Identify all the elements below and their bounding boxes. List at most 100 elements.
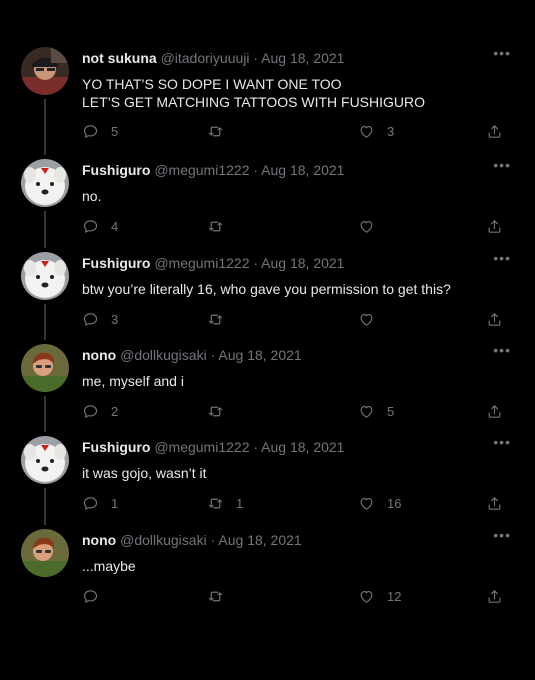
more-icon[interactable]: ••• [493, 157, 511, 173]
retweet-icon [207, 495, 224, 512]
tweet-header: nono @dollkugisaki · Aug 18, 2021 [82, 532, 302, 548]
share-button[interactable] [486, 495, 503, 512]
reply-button[interactable]: 1 [82, 495, 118, 512]
tweet-actions: 3 [82, 311, 507, 331]
tweet[interactable]: Fushiguro @megumi1222 · Aug 18, 2021 •••… [0, 434, 535, 519]
tweet-header: Fushiguro @megumi1222 · Aug 18, 2021 [82, 255, 344, 271]
tweet-header: nono @dollkugisaki · Aug 18, 2021 [82, 347, 302, 363]
more-icon[interactable]: ••• [493, 250, 511, 266]
display-name[interactable]: nono [82, 347, 116, 363]
like-button[interactable]: 16 [358, 495, 401, 512]
share-icon [486, 588, 503, 605]
retweet-icon [207, 588, 224, 605]
tweet-text: it was gojo, wasn’t it [82, 464, 207, 482]
reply-icon [82, 403, 99, 420]
tweet-text: ...maybe [82, 557, 136, 575]
tweet[interactable]: nono @dollkugisaki · Aug 18, 2021 ••• me… [0, 342, 535, 427]
heart-icon [358, 588, 375, 605]
share-icon [486, 311, 503, 328]
display-name[interactable]: not sukuna [82, 50, 157, 66]
more-icon[interactable]: ••• [493, 434, 511, 450]
reply-count: 2 [111, 404, 119, 419]
avatar[interactable] [21, 436, 69, 484]
tweet-text: me, myself and i [82, 372, 184, 390]
tweet-text-line: me, myself and i [82, 373, 184, 389]
avatar[interactable] [21, 252, 69, 300]
tweet-text-line: LET’S GET MATCHING TATTOOS WITH FUSHIGUR… [82, 94, 426, 110]
share-icon [486, 403, 503, 420]
username-handle[interactable]: @megumi1222 [154, 439, 249, 455]
tweet-text: btw you’re literally 16, who gave you pe… [82, 280, 451, 298]
username-handle[interactable]: @megumi1222 [154, 162, 249, 178]
separator-dot: · [253, 162, 259, 178]
like-count: 5 [387, 404, 395, 419]
username-handle[interactable]: @dollkugisaki [120, 532, 207, 548]
like-button[interactable]: 12 [358, 588, 401, 605]
retweet-icon [207, 123, 224, 140]
reply-button[interactable]: 2 [82, 403, 118, 420]
retweet-button[interactable]: 1 [207, 495, 243, 512]
tweet-text-line: no. [82, 188, 102, 204]
like-button[interactable]: 3 [358, 123, 394, 140]
share-button[interactable] [486, 123, 503, 140]
reply-icon [82, 311, 99, 328]
share-icon [486, 123, 503, 140]
reply-icon [82, 218, 99, 235]
tweet-date[interactable]: Aug 18, 2021 [261, 162, 344, 178]
share-button[interactable] [486, 588, 503, 605]
like-count: 12 [387, 589, 402, 604]
like-button[interactable] [358, 218, 387, 235]
heart-icon [358, 218, 375, 235]
avatar[interactable] [21, 159, 69, 207]
tweet-text: no. [82, 187, 101, 205]
tweet[interactable]: Fushiguro @megumi1222 · Aug 18, 2021 •••… [0, 157, 535, 242]
tweet-date[interactable]: Aug 18, 2021 [218, 347, 301, 363]
share-button[interactable] [486, 218, 503, 235]
reply-button[interactable]: 4 [82, 218, 118, 235]
reply-button[interactable]: 3 [82, 311, 118, 328]
tweet-text: YO THAT’S SO DOPE I WANT ONE TOO LET’S GE… [82, 75, 425, 111]
more-icon[interactable]: ••• [493, 45, 511, 61]
avatar[interactable] [21, 529, 69, 577]
tweet-date[interactable]: Aug 18, 2021 [261, 255, 344, 271]
display-name[interactable]: Fushiguro [82, 162, 150, 178]
like-button[interactable]: 5 [358, 403, 394, 420]
display-name[interactable]: nono [82, 532, 116, 548]
tweet-header: Fushiguro @megumi1222 · Aug 18, 2021 [82, 162, 344, 178]
like-count: 16 [387, 496, 402, 511]
display-name[interactable]: Fushiguro [82, 255, 150, 271]
tweet-header: Fushiguro @megumi1222 · Aug 18, 2021 [82, 439, 344, 455]
username-handle[interactable]: @megumi1222 [154, 255, 249, 271]
tweet-date[interactable]: Aug 18, 2021 [261, 50, 344, 66]
reply-button[interactable]: 5 [82, 123, 118, 140]
heart-icon [358, 311, 375, 328]
tweet-text-line: it was gojo, wasn’t it [82, 465, 207, 481]
like-count: 3 [387, 124, 395, 139]
more-icon[interactable]: ••• [493, 342, 511, 358]
retweet-button[interactable] [207, 403, 236, 420]
retweet-count: 1 [236, 496, 244, 511]
username-handle[interactable]: @itadoriyuuuji [161, 50, 250, 66]
username-handle[interactable]: @dollkugisaki [120, 347, 207, 363]
like-button[interactable] [358, 311, 387, 328]
share-button[interactable] [486, 311, 503, 328]
display-name[interactable]: Fushiguro [82, 439, 150, 455]
more-icon[interactable]: ••• [493, 527, 511, 543]
avatar[interactable] [21, 47, 69, 95]
retweet-button[interactable] [207, 123, 236, 140]
retweet-button[interactable] [207, 218, 236, 235]
tweet[interactable]: Fushiguro @megumi1222 · Aug 18, 2021 •••… [0, 250, 535, 335]
tweet-date[interactable]: Aug 18, 2021 [261, 439, 344, 455]
retweet-button[interactable] [207, 588, 236, 605]
avatar[interactable] [21, 344, 69, 392]
heart-icon [358, 495, 375, 512]
tweet-date[interactable]: Aug 18, 2021 [218, 532, 301, 548]
tweet[interactable]: not sukuna @itadoriyuuuji · Aug 18, 2021… [0, 45, 535, 147]
tweet[interactable]: nono @dollkugisaki · Aug 18, 2021 ••• ..… [0, 527, 535, 612]
retweet-button[interactable] [207, 311, 236, 328]
reply-button[interactable] [82, 588, 111, 605]
share-button[interactable] [486, 403, 503, 420]
separator-dot: · [210, 347, 216, 363]
tweet-actions: 2 5 [82, 403, 507, 423]
reply-count: 3 [111, 312, 119, 327]
